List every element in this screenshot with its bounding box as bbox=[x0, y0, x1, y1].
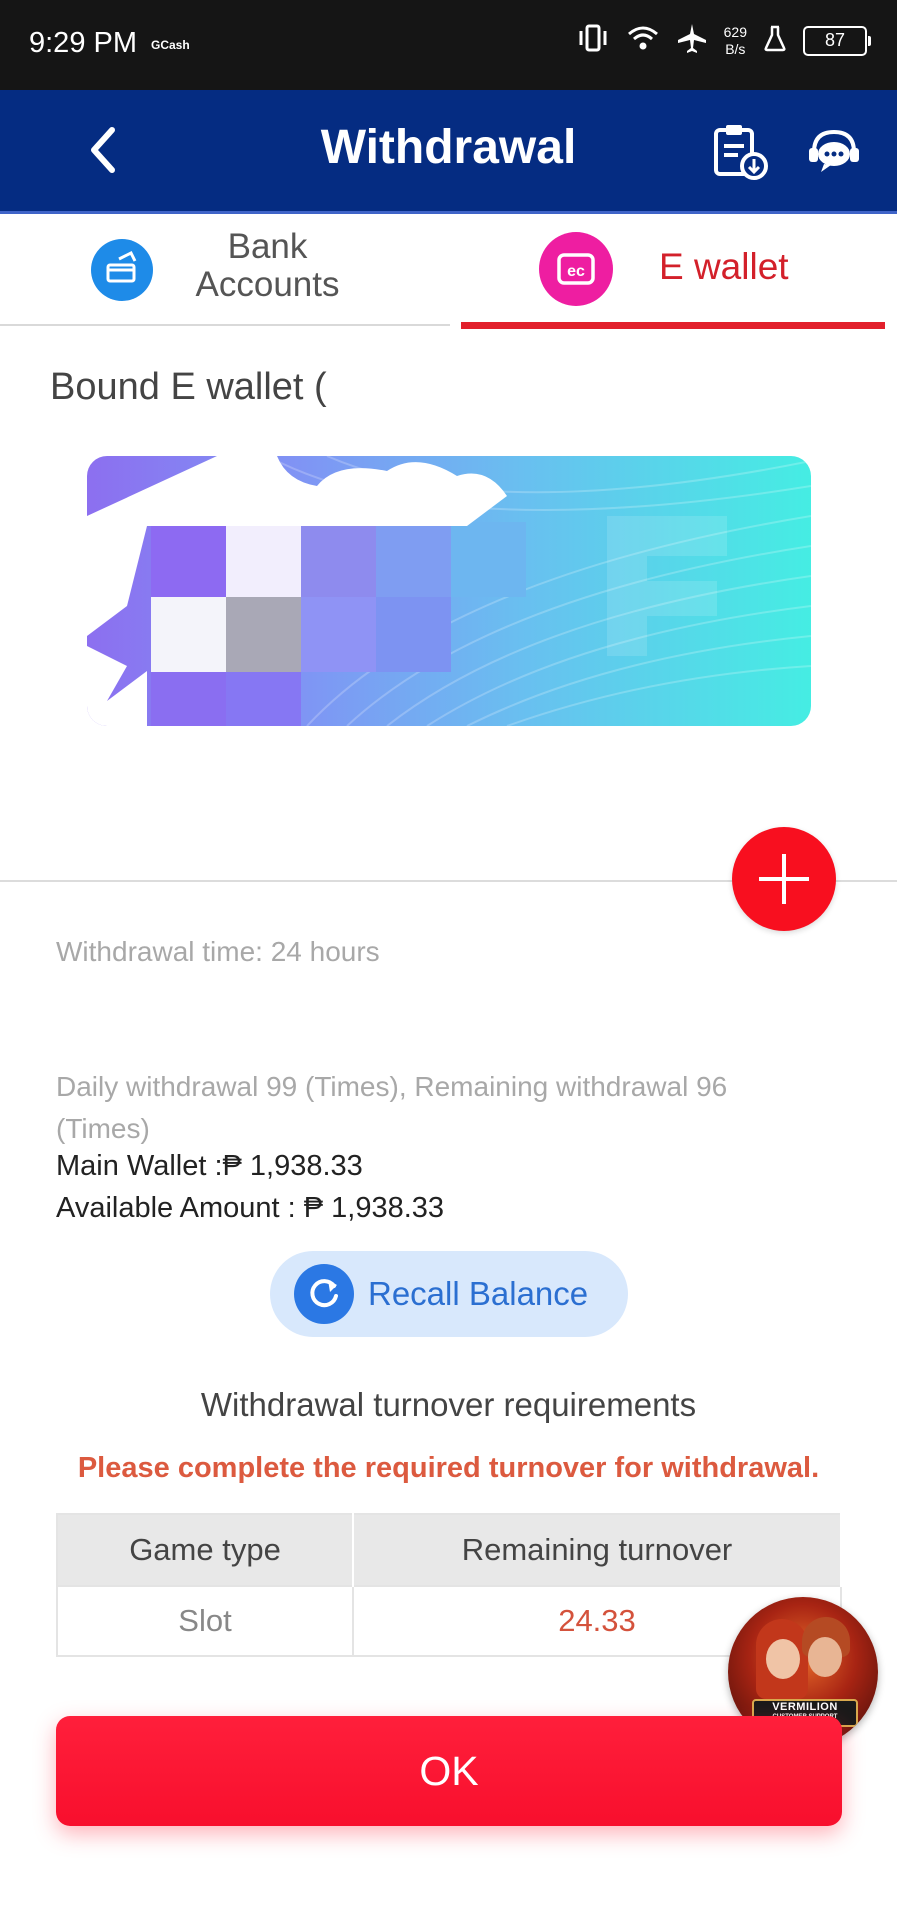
status-bar: 9:29 PM GCash 629 B/s 87 bbox=[0, 0, 897, 90]
bank-card-icon bbox=[91, 239, 153, 301]
recall-balance-label: Recall Balance bbox=[368, 1275, 589, 1312]
wifi-icon bbox=[626, 23, 660, 58]
chat-support-icon bbox=[809, 129, 859, 172]
withdrawal-time: Withdrawal time: 24 hours bbox=[56, 936, 380, 967]
vibrate-icon bbox=[576, 23, 610, 58]
customer-support-button[interactable] bbox=[806, 124, 862, 180]
recall-balance-button[interactable]: Recall Balance bbox=[270, 1251, 628, 1337]
account-type-tabs: Bank Accounts ec E wallet bbox=[0, 214, 897, 329]
bound-ewallet-title: Bound E wallet ( bbox=[50, 366, 327, 408]
ewallet-icon: ec bbox=[539, 232, 613, 306]
status-app-label: GCash bbox=[151, 38, 190, 52]
turnover-title: Withdrawal turnover requirements bbox=[200, 1386, 697, 1423]
flask-icon bbox=[763, 24, 787, 57]
app-header: Withdrawal bbox=[0, 90, 897, 214]
turnover-warning: Please complete the required turnover fo… bbox=[77, 1452, 820, 1484]
column-game-type: Game type bbox=[57, 1514, 354, 1586]
tab-ewallet-label: E wallet bbox=[659, 246, 789, 287]
tab-bank-label: Bank Accounts bbox=[195, 227, 340, 304]
speed-unit: B/s bbox=[725, 40, 746, 57]
cell-game-type: Slot bbox=[57, 1585, 354, 1656]
chevron-left-icon bbox=[91, 127, 115, 173]
airplane-icon bbox=[676, 22, 708, 59]
status-icons: 629 B/s 87 bbox=[576, 22, 871, 59]
svg-text:ec: ec bbox=[567, 263, 585, 280]
add-ewallet-button[interactable] bbox=[732, 827, 836, 931]
column-remaining-turnover: Remaining turnover bbox=[353, 1514, 842, 1586]
back-button[interactable] bbox=[80, 120, 124, 180]
turnover-table: Game type Remaining turnover Slot 24.33 bbox=[56, 1513, 842, 1657]
network-speed: 629 B/s bbox=[724, 24, 747, 58]
available-amount: Available Amount : ₱ 1,938.33 bbox=[56, 1192, 445, 1224]
table-header-row: Game type Remaining turnover bbox=[57, 1514, 842, 1586]
refresh-icon bbox=[294, 1264, 354, 1324]
status-time: 9:29 PM bbox=[29, 27, 137, 59]
ewallet-card[interactable] bbox=[87, 456, 811, 726]
main-wallet-balance: Main Wallet :₱ 1,938.33 bbox=[56, 1150, 363, 1182]
ok-button-label: OK bbox=[419, 1747, 479, 1794]
battery-indicator: 87 bbox=[803, 25, 871, 56]
ok-button[interactable]: OK bbox=[56, 1716, 842, 1826]
redaction-overlay bbox=[87, 456, 507, 726]
badge-face-left bbox=[766, 1639, 800, 1679]
daily-withdrawal-limit: Daily withdrawal 99 (Times), Remaining w… bbox=[56, 1071, 728, 1144]
table-row: Slot 24.33 bbox=[57, 1585, 842, 1656]
tab-bank-accounts[interactable]: Bank Accounts bbox=[0, 214, 450, 326]
withdrawal-records-button[interactable] bbox=[710, 122, 770, 182]
badge-face-right bbox=[808, 1637, 842, 1677]
badge-title: VERMILION bbox=[772, 1701, 838, 1713]
speed-value: 629 bbox=[723, 23, 747, 40]
tab-ewallet[interactable]: ec E wallet bbox=[461, 214, 885, 329]
clipboard-download-icon bbox=[714, 125, 768, 180]
